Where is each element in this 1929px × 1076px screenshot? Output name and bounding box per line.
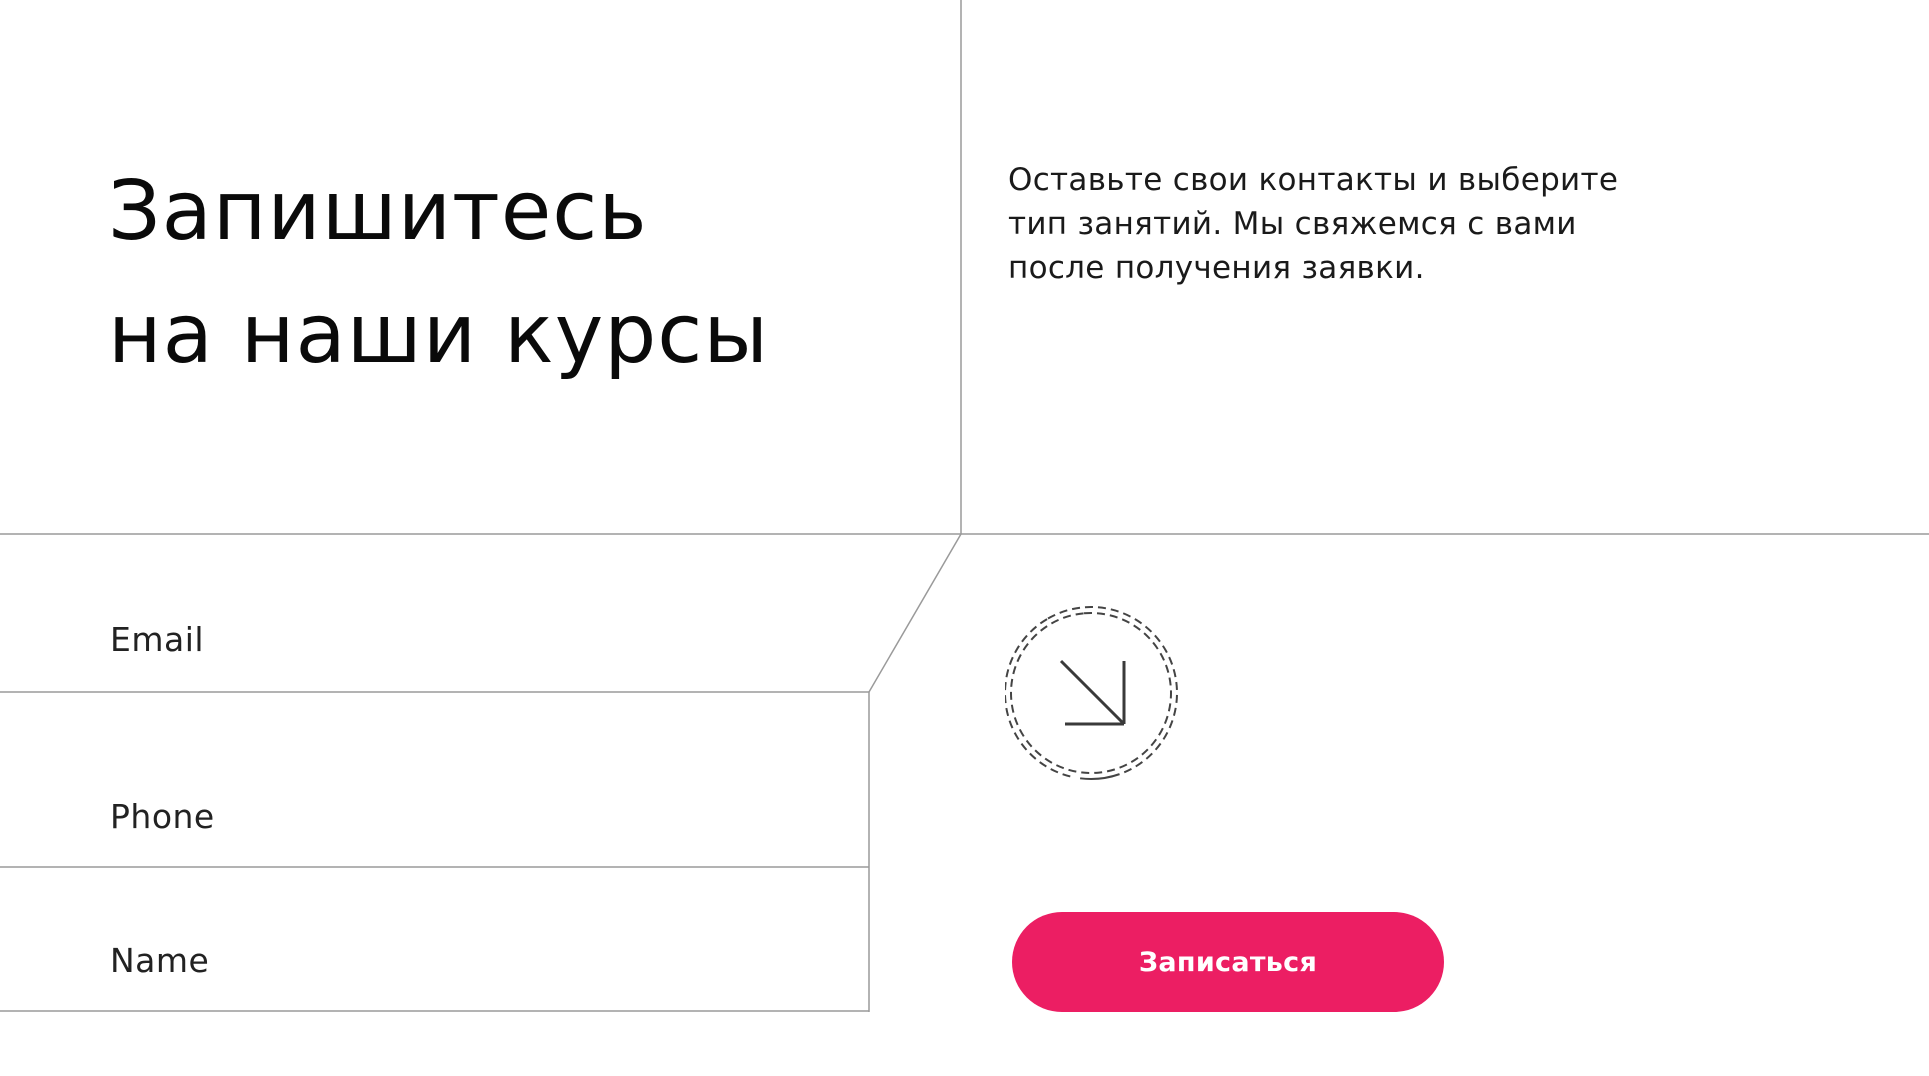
page-title: Запишитесь на наши курсы — [108, 150, 769, 396]
name-field-label: Name — [110, 941, 210, 980]
intro-description-line-1: Оставьте свои контакты и выберите — [1008, 162, 1619, 198]
intro-description-line-2: тип занятий. Мы свяжемся с вами — [1008, 206, 1577, 242]
intro-description: Оставьте свои контакты и выберите тип за… — [1008, 158, 1618, 290]
arrow-down-right-icon[interactable] — [1004, 605, 1181, 781]
intro-description-line-3: после получения заявки. — [1008, 250, 1425, 286]
phone-field[interactable]: Phone — [0, 692, 868, 867]
diagonal-divider — [868, 533, 962, 693]
email-field-label: Email — [110, 620, 205, 659]
submit-button[interactable]: Записаться — [1012, 912, 1444, 1012]
page-title-line-1: Запишитесь — [108, 164, 648, 259]
email-field[interactable]: Email — [0, 590, 860, 690]
page-title-line-2: на наши курсы — [108, 287, 770, 382]
name-field[interactable]: Name — [0, 868, 868, 1011]
phone-field-label: Phone — [110, 797, 215, 836]
arrow-glyph — [1059, 659, 1126, 726]
